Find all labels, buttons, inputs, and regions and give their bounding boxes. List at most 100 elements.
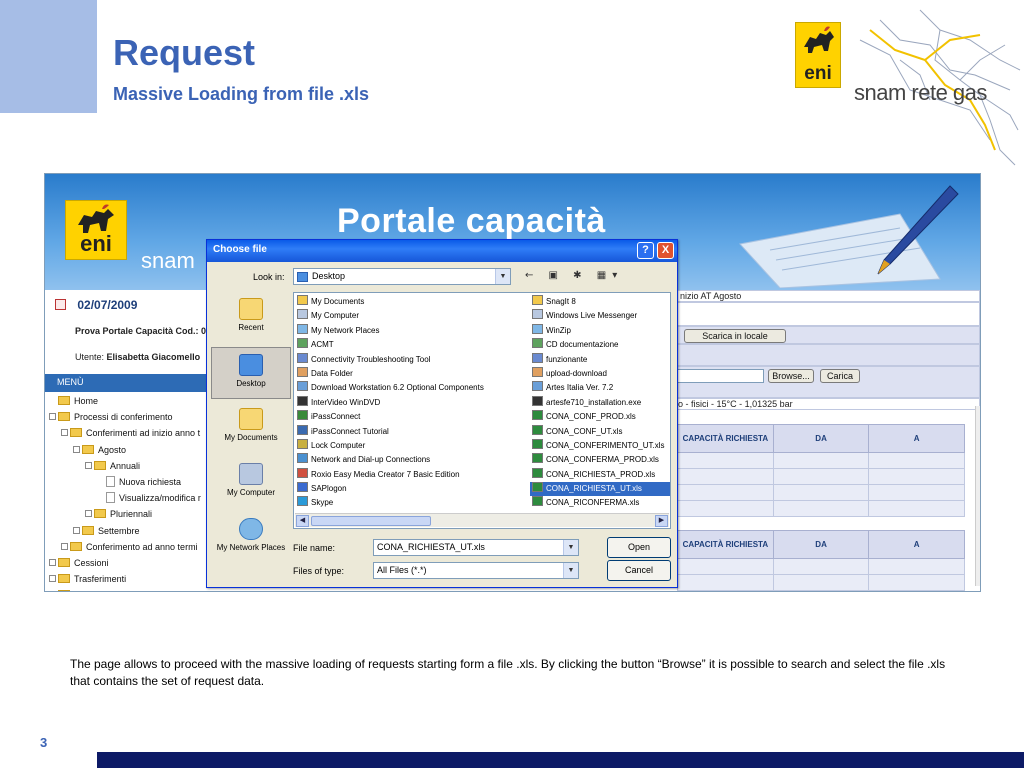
file-item[interactable]: InterVideo WinDVD	[295, 395, 479, 410]
collapse-icon[interactable]	[61, 429, 68, 437]
file-item[interactable]: CONA_CONFERIMENTO_UT.xls	[530, 438, 670, 453]
scroll-right-icon[interactable]: ▶	[655, 515, 668, 527]
horizontal-scrollbar[interactable]: ◀ ▶	[295, 513, 669, 527]
slide-subtitle: Massive Loading from file .xls	[113, 84, 370, 104]
file-list[interactable]: My Documents My Computer My Network Places…	[293, 292, 671, 529]
scroll-left-icon[interactable]: ◀	[296, 515, 309, 527]
cancel-button[interactable]: Cancel	[607, 560, 671, 581]
chevron-down-icon[interactable]: ▼	[563, 540, 578, 555]
file-item[interactable]: Artes Italia Ver. 7.2	[530, 381, 670, 395]
file-path-input[interactable]	[676, 369, 764, 383]
open-button[interactable]: Open	[607, 537, 671, 558]
file-icon	[297, 467, 308, 478]
file-item-label: My Documents	[311, 297, 365, 306]
file-item[interactable]: My Computer	[295, 309, 479, 323]
portal-title: Portale capacità	[337, 202, 606, 240]
requests-table-2: CAPACITÀ RICHIESTA DA A	[677, 530, 965, 591]
file-item[interactable]: Data Folder	[295, 366, 479, 381]
expand-icon[interactable]	[85, 510, 92, 518]
look-in-dropdown[interactable]: Desktop ▼	[293, 268, 511, 285]
chevron-down-icon[interactable]: ▼	[563, 563, 578, 578]
file-icon	[532, 381, 543, 392]
vertical-scrollbar[interactable]	[975, 406, 980, 586]
folder-icon	[58, 396, 70, 405]
dialog-titlebar[interactable]: Choose file ? X	[207, 240, 677, 262]
file-item[interactable]: iPassConnect Tutorial	[295, 424, 479, 439]
file-item[interactable]: SAPlogon	[295, 482, 479, 496]
file-item[interactable]: CD documentazione	[530, 338, 670, 352]
file-item[interactable]: ACMT	[295, 338, 479, 352]
place-recent[interactable]: Recent	[211, 292, 291, 344]
files-type-select[interactable]: All Files (*.*) ▼	[373, 562, 579, 579]
file-item[interactable]: Download Workstation 6.2 Optional Compon…	[295, 381, 484, 395]
table-cell	[868, 500, 965, 517]
header-capacity: CAPACITÀ RICHIESTA	[677, 424, 774, 453]
file-icon	[297, 395, 308, 406]
file-item[interactable]: My Documents	[295, 295, 479, 309]
collapse-icon[interactable]	[73, 445, 80, 453]
file-item[interactable]: My Network Places	[295, 323, 479, 338]
table-cell	[677, 468, 774, 485]
upload-button[interactable]: Carica	[820, 369, 860, 383]
look-in-value: Desktop	[312, 271, 346, 281]
file-item[interactable]: funzionante	[530, 352, 670, 367]
navigation-toolbar[interactable]: ← ▣ ✱ ▦▾	[525, 270, 623, 281]
dialog-title: Choose file	[213, 244, 267, 255]
file-item[interactable]: CONA_CONF_UT.xls	[530, 424, 670, 439]
download-button[interactable]: Scarica in locale	[684, 329, 786, 343]
collapse-icon[interactable]	[85, 461, 92, 469]
place-label: My Computer	[226, 488, 275, 497]
file-item[interactable]: iPassConnect	[295, 410, 479, 424]
my-computer-icon	[239, 463, 263, 485]
file-item[interactable]: artesfe710_installation.exe	[530, 395, 670, 410]
place-label: My Documents	[224, 433, 278, 442]
date-value: 02/07/2009	[77, 298, 138, 312]
expand-icon[interactable]	[49, 575, 56, 583]
file-item[interactable]: Roxio Easy Media Creator 7 Basic Edition	[295, 467, 479, 482]
excel-file-icon	[532, 424, 543, 435]
close-button[interactable]: X	[657, 242, 674, 259]
place-network[interactable]: My Network Places	[211, 512, 291, 572]
folder-icon	[94, 460, 106, 470]
expand-icon[interactable]	[49, 558, 56, 566]
chevron-down-icon[interactable]: ▼	[495, 269, 510, 284]
help-button[interactable]: ?	[637, 242, 654, 259]
file-item[interactable]: CONA_RICHIESTA_UT.xls	[530, 482, 670, 497]
file-item[interactable]: WinZip	[530, 323, 670, 338]
place-my-computer[interactable]: My Computer	[211, 457, 291, 509]
file-item[interactable]: Connectivity Troubleshooting Tool	[295, 352, 479, 367]
file-item[interactable]: Windows Live Messenger	[530, 309, 670, 323]
file-item[interactable]: CONA_RICONFERMA.xls	[530, 496, 670, 510]
file-item[interactable]: Network and Dial-up Connections	[295, 453, 479, 467]
expand-icon[interactable]	[73, 526, 80, 534]
place-desktop[interactable]: Desktop	[211, 347, 291, 399]
file-icon	[297, 295, 308, 305]
file-item[interactable]: CONA_CONFERMA_PROD.xls	[530, 453, 670, 467]
file-icon	[297, 424, 308, 435]
place-my-documents[interactable]: My Documents	[211, 402, 291, 454]
scrollbar-thumb[interactable]	[311, 516, 431, 526]
browse-button[interactable]: Browse...	[768, 369, 814, 383]
file-item[interactable]: CONA_CONF_PROD.xls	[530, 410, 670, 424]
tree-item-label: Agosto	[98, 444, 127, 455]
excel-file-icon	[532, 453, 543, 464]
snam-rete-gas-logo: snam rete gas	[854, 80, 987, 105]
file-icon	[532, 352, 543, 363]
tree-item-label: Settembre	[98, 525, 140, 536]
file-icon	[532, 338, 543, 349]
calendar-icon	[55, 299, 66, 310]
file-item-label: SAPlogon	[311, 484, 347, 494]
expand-icon[interactable]	[61, 542, 68, 550]
expand-icon[interactable]	[49, 591, 56, 592]
file-item[interactable]: CONA_RICHIESTA_PROD.xls	[530, 467, 670, 482]
file-item[interactable]: Skype	[295, 496, 479, 510]
table-cell	[677, 574, 774, 591]
file-item-label: funzionante	[546, 354, 588, 364]
file-item[interactable]: Lock Computer	[295, 438, 479, 453]
folder-icon	[94, 509, 106, 519]
file-item-label: iPassConnect Tutorial	[311, 426, 389, 436]
file-name-input[interactable]: CONA_RICHIESTA_UT.xls ▼	[373, 539, 579, 556]
file-item[interactable]: upload-download	[530, 366, 670, 381]
file-item[interactable]: SnagIt 8	[530, 295, 670, 309]
collapse-icon[interactable]	[49, 413, 56, 421]
